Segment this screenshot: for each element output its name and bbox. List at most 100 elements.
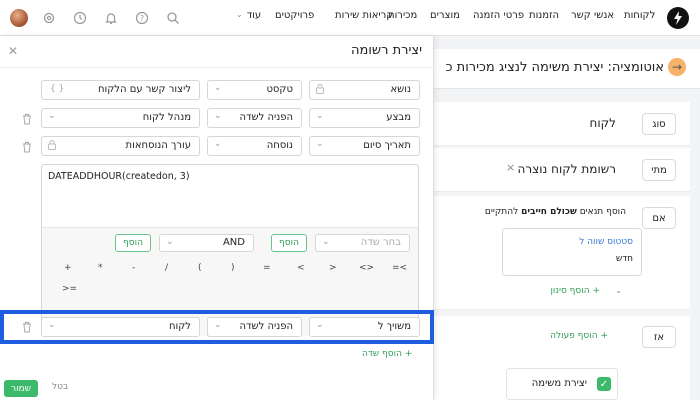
panel-title: יצירת רשומה [351, 43, 422, 58]
chevron-down-icon: ⌄ [316, 320, 324, 330]
add-field-to-formula-button[interactable]: הוסף [271, 234, 307, 252]
type-select-related-to[interactable]: ⌄ הפניה לשדה [207, 317, 302, 337]
field-selector-due-date[interactable]: ⌄ תאריך סיום [309, 136, 420, 156]
task-label: יצירת משימה [531, 378, 587, 389]
top-bar: ? עוד ⌄ פרויקטים קריאות שירות מכירות מוצ… [0, 0, 700, 36]
task-card[interactable]: ✓ יצירת משימה [506, 368, 618, 400]
condition-field[interactable]: סטטוס שווה ל [579, 237, 633, 247]
value-select-label: לקוח [168, 321, 191, 332]
formula-text[interactable]: DATEADDHOUR(createdon, 3) [48, 171, 190, 182]
clock-icon[interactable] [71, 9, 89, 27]
cancel-button[interactable]: בטל [52, 382, 68, 392]
braces-icon: { } [50, 84, 65, 94]
value-input-subject[interactable]: { } ליצור קשר עם הלקוח [41, 80, 200, 100]
field-selector-label: תאריך סיום [363, 140, 411, 151]
nav-item-contacts[interactable]: אנשי קשר [571, 10, 614, 21]
logic-select-label: AND [222, 237, 245, 248]
nav-item-order-details[interactable]: פרטי הזמנה [473, 10, 524, 21]
add-action-link[interactable]: + הוסף פעולה [550, 331, 608, 341]
trash-icon[interactable] [22, 113, 32, 125]
field-selector-label: מבצע [386, 112, 411, 123]
type-select-subject[interactable]: ⌄ טקסט [207, 80, 302, 100]
chevron-down-icon: ⌄ [316, 111, 324, 121]
search-icon[interactable] [164, 9, 182, 27]
operator-plus[interactable]: + [64, 263, 72, 273]
formula-editor-field[interactable]: עורך הנוסחאות [41, 136, 200, 156]
avatar[interactable] [10, 9, 28, 27]
close-icon[interactable]: ✕ [8, 44, 18, 58]
value-select-label: מנהל לקוח [142, 112, 191, 123]
nav-item-products[interactable]: מוצרים [430, 10, 460, 21]
field-picker[interactable]: ⌄ בחר שדה [315, 234, 410, 252]
operator-close-paren[interactable]: ) [231, 263, 235, 273]
type-select-label: הפניה לשדה [239, 112, 294, 123]
when-value[interactable]: רשומת לקוח נוצרה [518, 162, 616, 176]
formula-editor-label: עורך הנוסחאות [125, 140, 191, 151]
operator-lte[interactable]: >= [62, 284, 77, 294]
chevron-down-icon: ⌄ [48, 111, 56, 121]
operator-multiply[interactable]: * [98, 263, 103, 273]
logic-select[interactable]: ⌄ AND [159, 234, 254, 252]
logo[interactable] [667, 7, 689, 29]
add-field-link[interactable]: + הוסף שדה [362, 349, 412, 359]
chevron-down-icon: ⌄ [322, 237, 330, 247]
type-select-label: הפניה לשדה [239, 321, 294, 332]
nav-item-orders[interactable]: הזמנות [529, 10, 559, 21]
arrow-right-icon[interactable]: → [672, 60, 682, 74]
value-select-related-to[interactable]: ⌄ לקוח [41, 317, 200, 337]
plus-icon: + [589, 286, 600, 296]
nav-item-customers[interactable]: לקוחות [624, 10, 655, 21]
nav-item-sales[interactable]: מכירות [388, 10, 417, 21]
trash-icon[interactable] [22, 321, 32, 333]
if-bold: שכולם חייבים [521, 207, 577, 217]
operator-lt[interactable]: < [297, 263, 305, 273]
field-selector-performer[interactable]: ⌄ מבצע [309, 108, 420, 128]
chevron-down-icon: ⌄ [615, 286, 622, 295]
help-icon[interactable]: ? [133, 9, 151, 27]
operator-minus[interactable]: - [132, 263, 135, 273]
if-prefix: הוסף תנאים [579, 207, 626, 217]
if-instructions: הוסף תנאים שכולם חייבים להתקיים [485, 207, 626, 217]
check-icon: ✓ [597, 377, 611, 391]
add-logic-button[interactable]: הוסף [115, 234, 151, 252]
if-suffix: להתקיים [484, 207, 519, 217]
operator-gt[interactable]: > [329, 263, 337, 273]
nav-item-service-calls[interactable]: קריאות שירות [335, 10, 393, 21]
nav-more[interactable]: עוד ⌄ [236, 10, 261, 21]
bell-icon[interactable] [102, 9, 120, 27]
operator-eq[interactable]: = [263, 263, 271, 273]
field-selector-related-to[interactable]: ⌄ משויך ל [309, 317, 420, 337]
lock-icon [48, 140, 56, 150]
trash-icon[interactable] [22, 141, 32, 153]
automation-header: אוטומציה: יצירת משימה לנציג מכירות כ [434, 49, 700, 89]
type-select-due-date[interactable]: ⌄ נוסחה [207, 136, 302, 156]
type-select-label: נוסחה [266, 140, 293, 151]
then-row: אז + הוסף פעולה ✓ יצירת משימה [434, 316, 690, 400]
field-selector-subject[interactable]: נושא [309, 80, 420, 100]
chevron-down-icon: ⌄ [214, 139, 222, 149]
nav-item-projects[interactable]: פרויקטים [275, 10, 314, 21]
panel-header: ✕ יצירת רשומה [0, 36, 434, 68]
add-filter-link[interactable]: + הוסף סינון [550, 286, 600, 296]
value-select-performer[interactable]: ⌄ מנהל לקוח [41, 108, 200, 128]
gear-icon[interactable] [40, 9, 58, 27]
field-selector-label: משויך ל [377, 321, 411, 332]
type-select-performer[interactable]: ⌄ הפניה לשדה [207, 108, 302, 128]
lock-icon [316, 84, 324, 94]
condition-box[interactable]: סטטוס שווה ל חדש [502, 228, 642, 276]
save-button[interactable]: שמור [4, 380, 38, 397]
when-pill: מתי [642, 159, 676, 181]
chevron-down-icon: ⌄ [214, 320, 222, 330]
close-icon[interactable]: × [506, 161, 515, 174]
operator-gte[interactable]: =< [392, 263, 407, 273]
type-value[interactable]: לקוח [590, 116, 616, 130]
page-title: אוטומציה: יצירת משימה לנציג מכירות כ [445, 60, 664, 75]
condition-value: חדש [615, 254, 633, 264]
when-row: מתי רשומת לקוח נוצרה × [434, 148, 690, 192]
operator-divide[interactable]: / [165, 263, 168, 273]
operator-open-paren[interactable]: ( [198, 263, 202, 273]
svg-text:?: ? [140, 14, 144, 23]
if-pill: אם [642, 207, 676, 229]
operator-neq[interactable]: <> [359, 263, 374, 273]
chevron-down-icon: ⌄ [48, 320, 56, 330]
